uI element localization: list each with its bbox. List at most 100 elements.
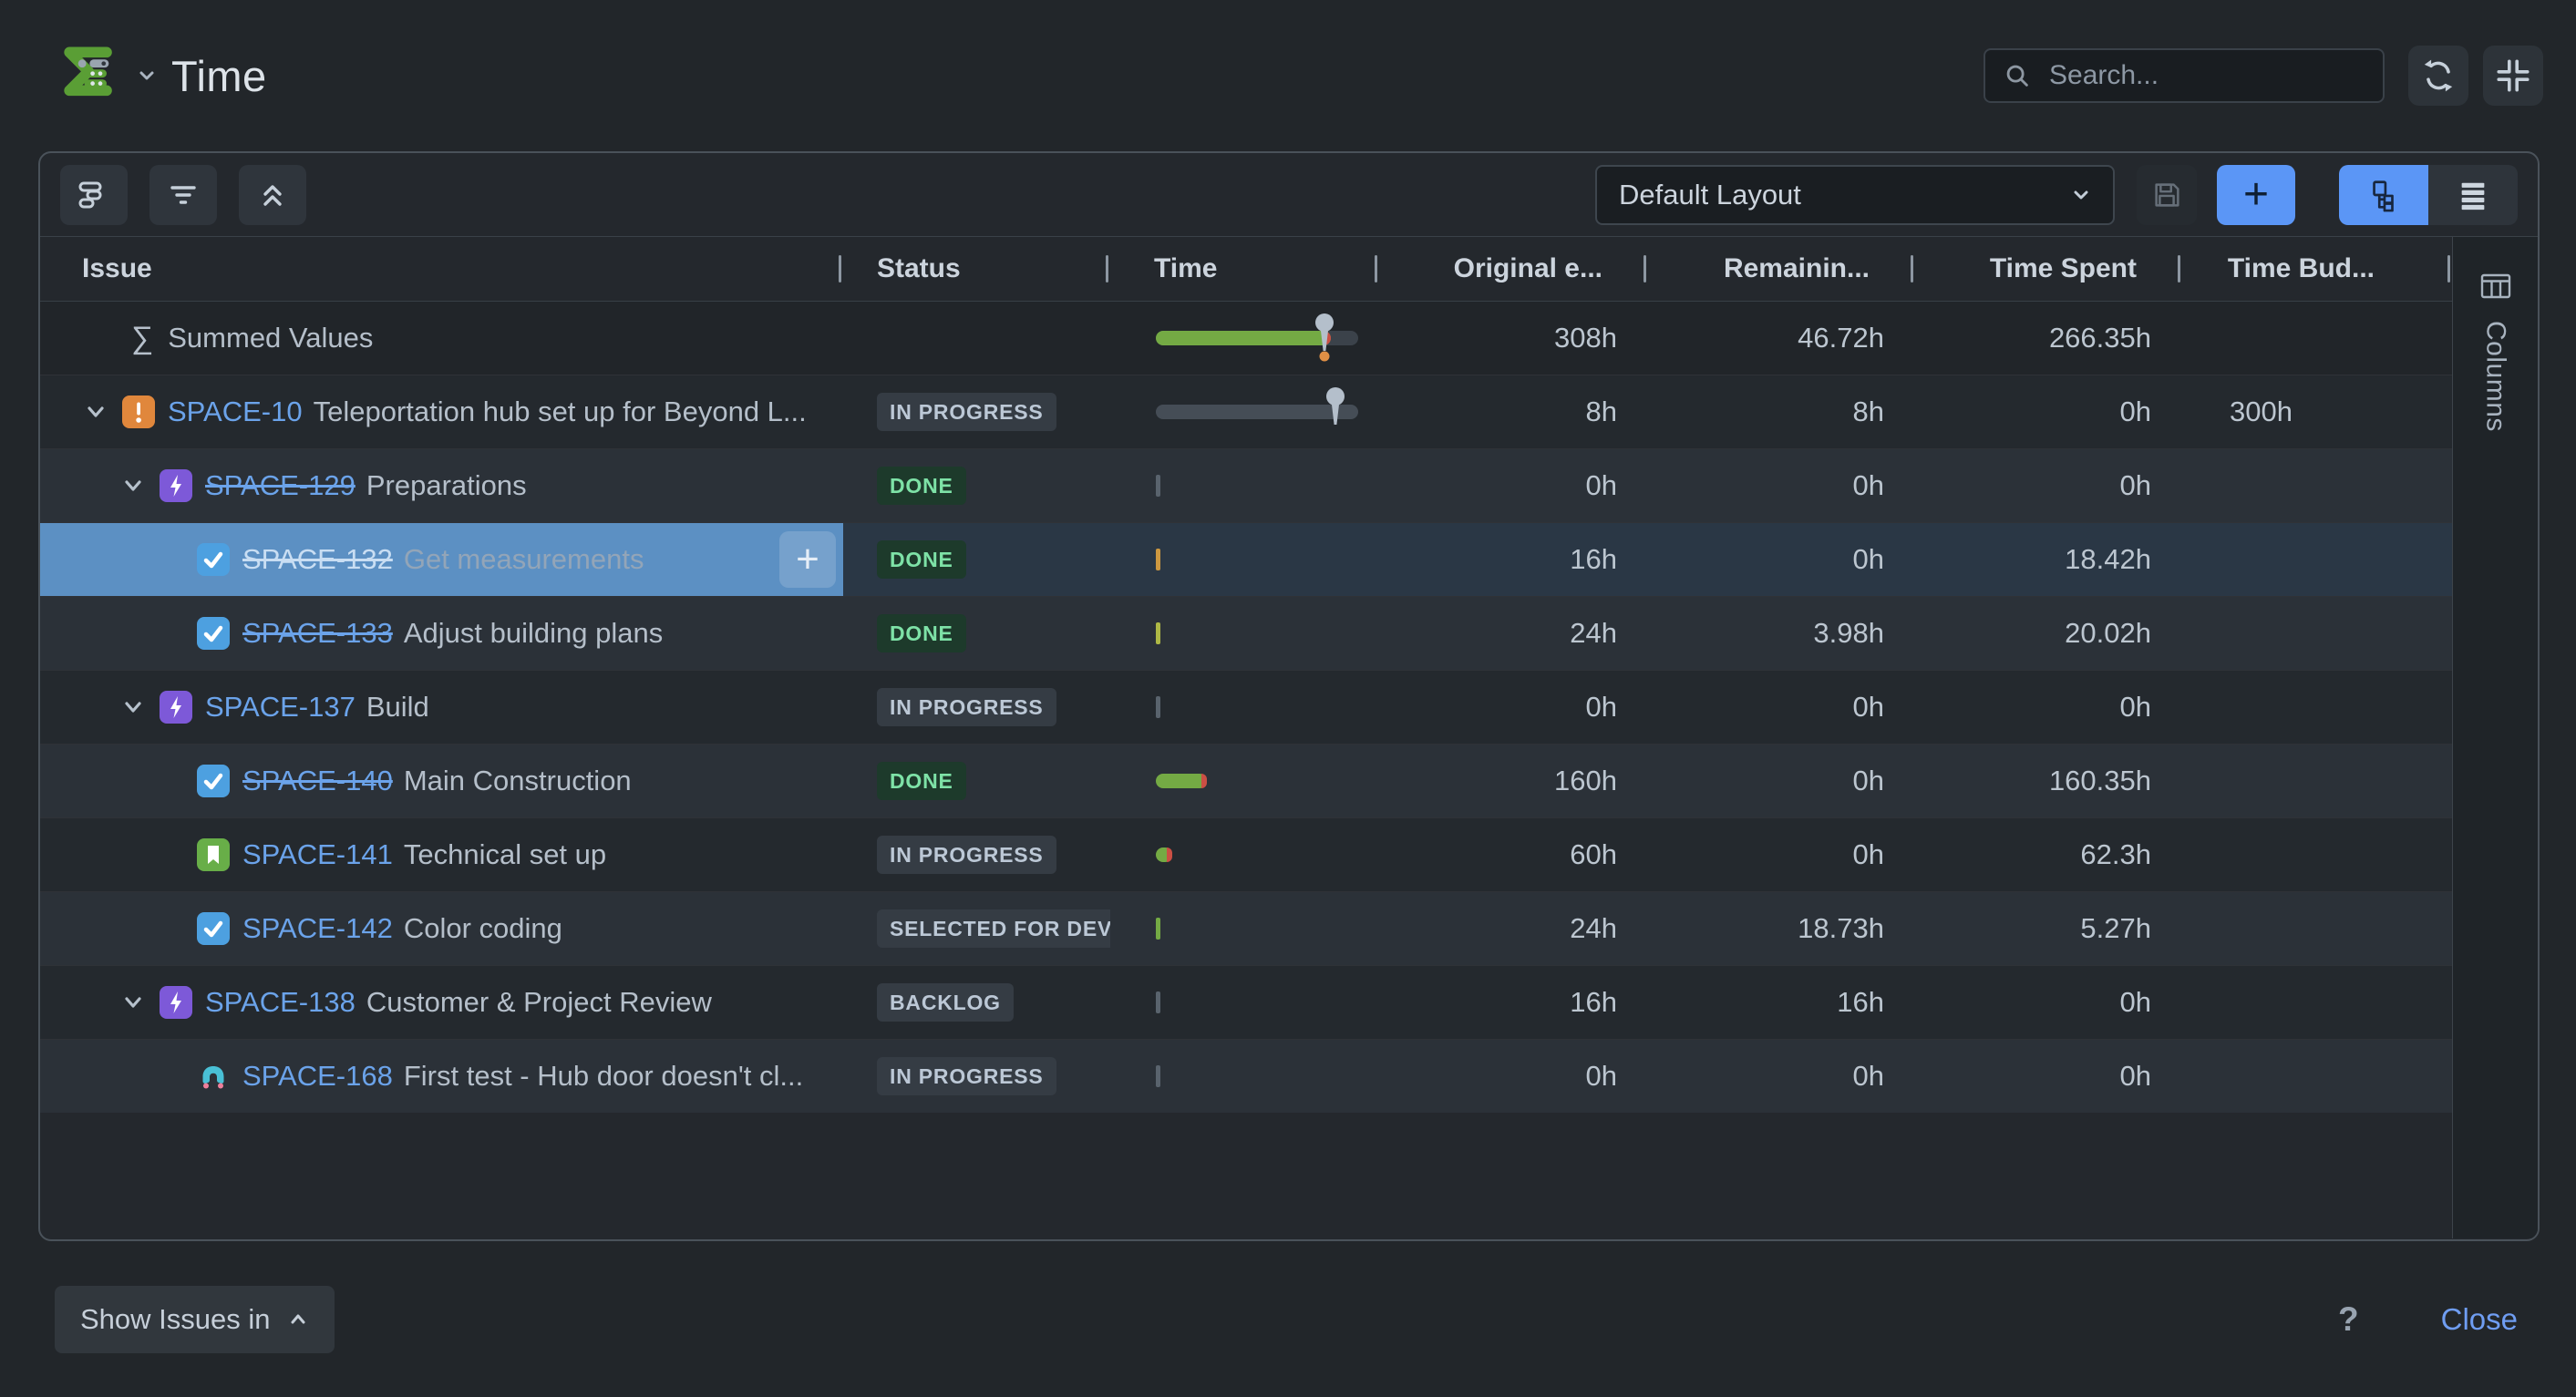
table-row[interactable]: SPACE-168First test - Hub door doesn't c… (40, 1039, 2452, 1113)
sigma-icon: ∑ (131, 321, 153, 356)
issue-cell: SPACE-129 Preparations (40, 449, 843, 522)
layout-select[interactable]: Default Layout (1595, 165, 2115, 225)
issue-key-link[interactable]: SPACE-168 (242, 1060, 393, 1093)
help-button[interactable]: ? (2338, 1300, 2359, 1339)
time-cell (1110, 745, 1379, 817)
plus-icon: + (2243, 173, 2269, 217)
issue-key-link[interactable]: SPACE-141 (242, 838, 393, 871)
expand-chevron-icon[interactable] (119, 989, 160, 1016)
table-row[interactable]: SPACE-140Main ConstructionDONE160h0h160.… (40, 744, 2452, 817)
columns-panel-tab[interactable]: Columns (2452, 237, 2538, 1238)
table-row[interactable]: SPACE-142Color codingSELECTED FOR DEV24h… (40, 891, 2452, 965)
title-chevron-down-icon[interactable] (135, 64, 159, 87)
column-header-label: Original e... (1454, 253, 1602, 284)
issue-key-link[interactable]: SPACE-132 (242, 543, 393, 576)
issue-key-link[interactable]: SPACE-10 (168, 395, 303, 428)
spent-value: 20.02h (2065, 617, 2151, 650)
close-button[interactable]: Close (2441, 1302, 2518, 1337)
filter-icon (165, 177, 201, 213)
time-spent-cell: 18.42h (1915, 523, 2182, 596)
issue-key-link[interactable]: SPACE-138 (205, 986, 355, 1019)
spent-value: 0h (2120, 1060, 2151, 1093)
original-value: 8h (1586, 395, 1617, 428)
issue-key-link[interactable]: SPACE-133 (242, 617, 393, 650)
table-row[interactable]: SPACE-132Get measurements+DONE16h0h18.42… (40, 522, 2452, 596)
collapse-all-icon (254, 177, 291, 213)
group-by-button[interactable] (60, 165, 128, 225)
table-row[interactable]: SPACE-137BuildIN PROGRESS0h0h0h (40, 670, 2452, 744)
time-budget-cell (2182, 818, 2452, 891)
list-view-toggle[interactable] (2428, 165, 2518, 225)
original-estimate-cell: 0h (1379, 671, 1648, 744)
issue-summary: Adjust building plans (404, 617, 663, 650)
status-badge: DONE (877, 467, 966, 505)
table-row[interactable]: SPACE-138Customer & Project ReviewBACKLO… (40, 965, 2452, 1039)
refresh-button[interactable] (2408, 46, 2468, 106)
original-value: 16h (1570, 986, 1617, 1019)
remaining-cell: 0h (1648, 818, 1915, 891)
table-header-row: IssueStatusTimeOriginal e...Remainin...T… (40, 237, 2452, 302)
add-item-button[interactable]: + (779, 531, 836, 588)
time-cell (1110, 302, 1379, 375)
time-progress-track (1156, 331, 1358, 345)
column-header-remainin[interactable]: Remainin... (1648, 237, 1915, 301)
time-spent-cell: 0h (1915, 1040, 2182, 1113)
column-header-status[interactable]: Status (843, 237, 1110, 301)
chevron-down-icon (2069, 183, 2093, 207)
toolbar: Default Layout + (40, 153, 2538, 237)
structure-sigma-logo-icon[interactable] (49, 37, 126, 114)
show-issues-in-button[interactable]: Show Issues in (55, 1286, 335, 1353)
tree-view-toggle[interactable] (2339, 165, 2428, 225)
original-value: 308h (1554, 322, 1617, 354)
slider-pin-icon[interactable] (1324, 386, 1347, 437)
remaining-cell: 16h (1648, 966, 1915, 1039)
summed-values-row[interactable]: ∑Summed Values308h46.72h266.35h (40, 302, 2452, 375)
remaining-value: 0h (1853, 1060, 1884, 1093)
table-row[interactable]: SPACE-133Adjust building plansDONE24h3.9… (40, 596, 2452, 670)
issue-key-link[interactable]: SPACE-129 (205, 469, 355, 502)
column-header-original-e[interactable]: Original e... (1379, 237, 1648, 301)
issue-key-link[interactable]: SPACE-137 (205, 691, 355, 724)
collapse-window-button[interactable] (2483, 46, 2543, 106)
issue-summary: Get measurements (404, 543, 644, 576)
issue-key-link[interactable]: SPACE-142 (242, 912, 393, 945)
table-row[interactable]: SPACE-129PreparationsDONE0h0h0h (40, 448, 2452, 522)
column-header-issue[interactable]: Issue (40, 237, 843, 301)
save-layout-button[interactable] (2137, 165, 2197, 225)
add-button[interactable]: + (2217, 165, 2295, 225)
expand-chevron-icon[interactable] (119, 693, 160, 721)
original-value: 160h (1554, 765, 1617, 797)
time-progress-tick (1156, 991, 1160, 1013)
table-row[interactable]: SPACE-10Teleportation hub set up for Bey… (40, 375, 2452, 448)
search-input[interactable] (2047, 59, 2403, 92)
time-cell (1110, 449, 1379, 522)
time-progress-bar (1156, 847, 1172, 862)
spent-value: 5.27h (2080, 912, 2151, 945)
expand-chevron-icon[interactable] (82, 398, 122, 426)
original-estimate-cell: 60h (1379, 818, 1648, 891)
column-header-time-spent[interactable]: Time Spent (1915, 237, 2182, 301)
issue-summary: Preparations (366, 469, 527, 502)
search-box[interactable] (1984, 48, 2385, 103)
filter-button[interactable] (149, 165, 217, 225)
time-budget-cell (2182, 745, 2452, 817)
footer-bar: Show Issues in ? Close (0, 1241, 2576, 1397)
original-estimate-cell: 8h (1379, 375, 1648, 448)
status-cell: DONE (843, 597, 1110, 670)
expand-chevron-icon[interactable] (119, 472, 160, 499)
slider-pin-icon[interactable] (1313, 313, 1336, 364)
time-progress-tick (1156, 918, 1160, 940)
column-header-time-bud[interactable]: Time Bud... (2182, 237, 2452, 301)
table-row[interactable]: SPACE-141Technical set upIN PROGRESS60h0… (40, 817, 2452, 891)
issue-cell: SPACE-140Main Construction (40, 745, 843, 817)
time-spent-cell: 5.27h (1915, 892, 2182, 965)
time-cell (1110, 818, 1379, 891)
column-header-time[interactable]: Time (1110, 237, 1379, 301)
collapse-all-button[interactable] (239, 165, 306, 225)
show-issues-in-label: Show Issues in (80, 1303, 271, 1336)
issue-key-link[interactable]: SPACE-140 (242, 765, 393, 797)
remaining-cell: 18.73h (1648, 892, 1915, 965)
time-cell (1110, 597, 1379, 670)
time-spent-cell: 62.3h (1915, 818, 2182, 891)
time-budget-cell (2182, 1040, 2452, 1113)
